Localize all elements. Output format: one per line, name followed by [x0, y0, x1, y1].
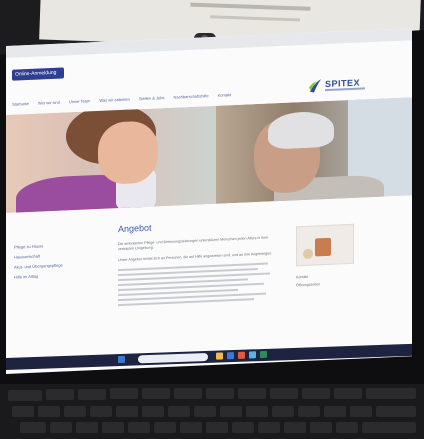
right-column: Kontakt Öffnungszeiten [296, 273, 356, 292]
photo-scene: Online-Anmeldung Startseite Wer wir sind… [0, 0, 424, 439]
key[interactable] [270, 388, 298, 399]
key[interactable] [128, 422, 150, 433]
key[interactable] [376, 406, 416, 417]
key[interactable] [284, 422, 306, 433]
nav-item[interactable]: Nachbarschaftshilfe [173, 93, 208, 103]
right-link[interactable]: Öffnungszeiten [296, 281, 356, 287]
logo-mark-icon [309, 79, 321, 93]
hero-image [6, 97, 412, 213]
brand-logo[interactable]: SPITEX [308, 73, 378, 98]
right-link[interactable]: Kontakt [296, 273, 356, 280]
nurse-face [98, 120, 158, 185]
teaser-card[interactable] [296, 223, 354, 267]
key[interactable] [142, 388, 170, 399]
key[interactable] [310, 422, 332, 433]
key[interactable] [102, 422, 124, 433]
key[interactable] [142, 406, 164, 417]
key[interactable] [116, 406, 138, 417]
brand-tagline-line [325, 87, 365, 92]
sidebar-item[interactable]: Pflege zu Hause [14, 242, 84, 249]
key[interactable] [220, 406, 242, 417]
nav-item[interactable]: Startseite [12, 101, 29, 110]
sidebar-item[interactable]: Hilfe im Alltag [14, 272, 84, 280]
key[interactable] [76, 422, 98, 433]
app-icon[interactable] [260, 350, 267, 359]
nav-item[interactable]: Unser Team [69, 98, 91, 107]
card-image-object [315, 237, 331, 257]
key[interactable] [110, 388, 138, 399]
intro-paragraph: Die ambulanten Pflege- und Betreuungslei… [118, 235, 269, 252]
app-icon[interactable] [238, 351, 245, 359]
nav-item[interactable]: Was wir anbieten [99, 97, 130, 106]
key[interactable] [180, 422, 202, 433]
key[interactable] [324, 406, 346, 417]
key[interactable] [298, 406, 320, 417]
key[interactable] [302, 388, 330, 399]
app-icon[interactable] [249, 351, 256, 359]
sidebar-item[interactable]: Akut- und Übergangspflege [14, 262, 84, 270]
key[interactable] [238, 388, 266, 399]
app-icon[interactable] [216, 352, 223, 360]
key[interactable] [334, 388, 362, 399]
key[interactable] [38, 406, 60, 417]
key[interactable] [362, 422, 416, 433]
online-button[interactable]: Online-Anmeldung [12, 67, 64, 81]
key[interactable] [246, 406, 268, 417]
key[interactable] [154, 422, 176, 433]
key[interactable] [366, 388, 416, 399]
sidebar-item[interactable]: Hauswirtschaft [14, 252, 84, 260]
paper-text-line [190, 2, 311, 11]
key[interactable] [206, 422, 228, 433]
key[interactable] [50, 422, 72, 433]
card-image-object [303, 248, 313, 260]
key[interactable] [258, 422, 280, 433]
main-content: Angebot Die ambulanten Pflege- und Betre… [118, 217, 278, 309]
laptop-screen: Online-Anmeldung Startseite Wer wir sind… [6, 28, 412, 375]
key[interactable] [206, 388, 234, 399]
key[interactable] [272, 406, 294, 417]
key[interactable] [90, 406, 112, 417]
key[interactable] [46, 389, 74, 400]
nav-item[interactable]: Kontakt [218, 92, 232, 101]
key[interactable] [12, 406, 34, 417]
sidebar-menu: Pflege zu Hause Hauswirtschaft Akut- und… [14, 242, 84, 285]
key[interactable] [232, 422, 254, 433]
key[interactable] [350, 406, 372, 417]
app-icon[interactable] [227, 352, 234, 360]
page-title: Angebot [118, 222, 152, 235]
key[interactable] [168, 406, 190, 417]
key[interactable] [20, 422, 46, 433]
key[interactable] [174, 388, 202, 399]
key[interactable] [64, 406, 86, 417]
app-icon[interactable] [118, 355, 125, 364]
key[interactable] [78, 389, 106, 400]
nav-item[interactable]: Stellen & Jobs [139, 95, 165, 104]
key[interactable] [194, 406, 216, 417]
taskbar-search-input[interactable] [138, 352, 208, 364]
nav-item[interactable]: Wer wir sind [38, 100, 60, 109]
key[interactable] [336, 422, 358, 433]
intro-paragraph: Unser Angebot richtet sich an Personen, … [118, 251, 273, 263]
keyboard [0, 384, 424, 439]
paper-text-line [209, 15, 301, 22]
key[interactable] [8, 390, 42, 401]
